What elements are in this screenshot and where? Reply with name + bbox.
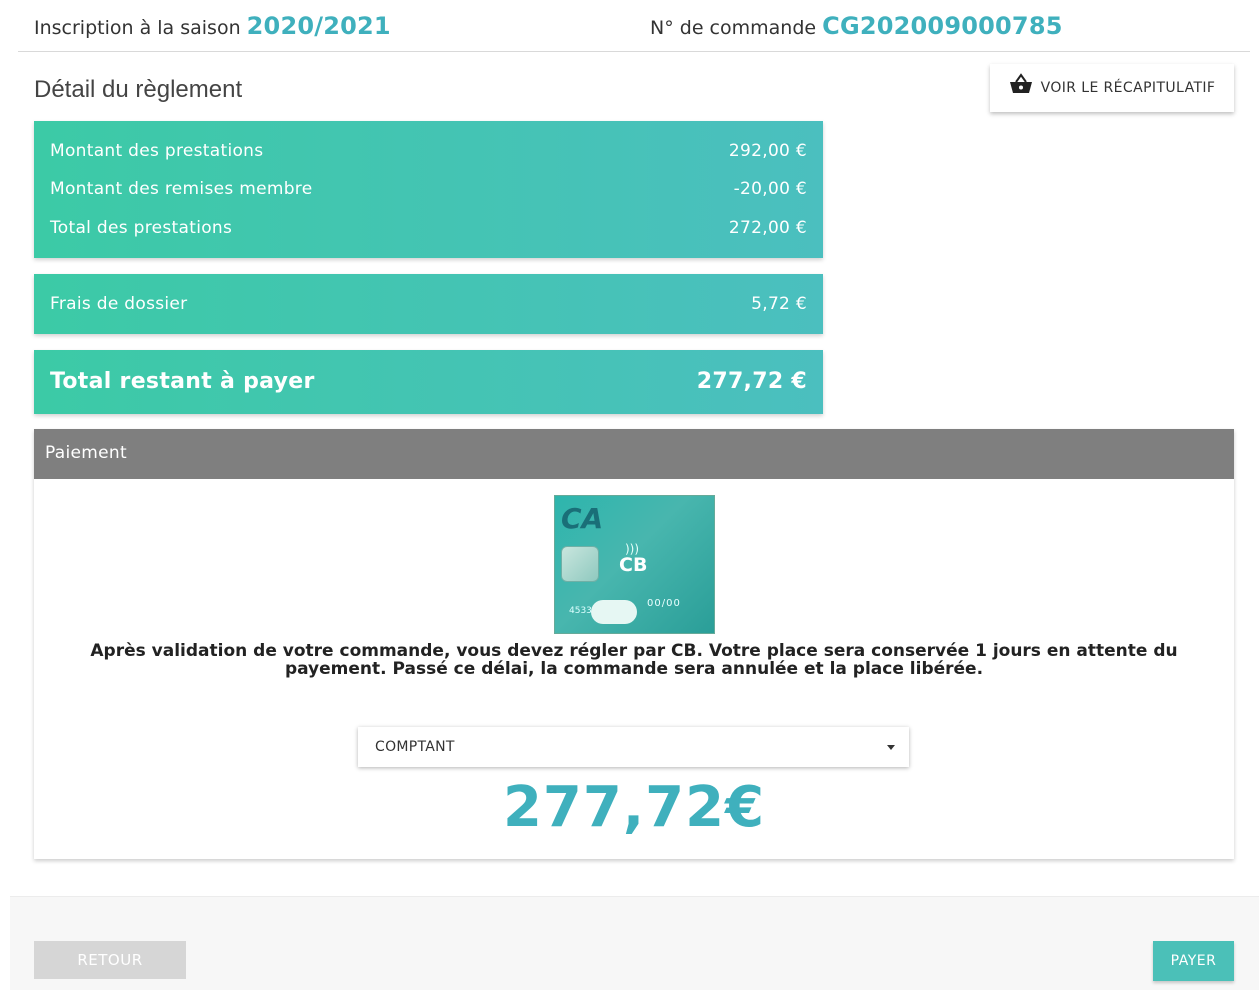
amount-label: Total des prestations	[50, 218, 233, 238]
card-brand: CB	[619, 554, 648, 576]
fees-label: Frais de dossier	[50, 294, 188, 314]
amount-row-total-services: Total des prestations 272,00 €	[50, 218, 807, 238]
order-label: N° de commande	[650, 17, 817, 39]
amount-label: Montant des remises membre	[50, 179, 313, 199]
season-info: Inscription à la saison 2020/2021	[34, 12, 391, 40]
amount-value: 272,00 €	[728, 218, 807, 238]
pay-button[interactable]: PAYER	[1153, 941, 1234, 981]
chip-icon	[561, 546, 599, 582]
caret-down-icon	[887, 745, 895, 750]
payment-mode-value: COMPTANT	[375, 739, 455, 755]
amounts-panel: Montant des prestations 292,00 € Montant…	[34, 121, 823, 258]
amount-row-services: Montant des prestations 292,00 €	[50, 141, 807, 161]
total-panel: Total restant à payer 277,72 €	[34, 350, 823, 414]
payment-page: Inscription à la saison 2020/2021 N° de …	[0, 0, 1259, 990]
total-label: Total restant à payer	[50, 369, 315, 394]
order-info: N° de commande CG202009000785	[650, 12, 1063, 40]
bank-mark: CA	[561, 502, 604, 535]
total-row: Total restant à payer 277,72 €	[50, 369, 807, 394]
payment-card: Paiement CA ))) CB 4533 00/00 Après vali…	[34, 429, 1234, 859]
view-summary-button[interactable]: VOIR LE RÉCAPITULATIF	[990, 64, 1234, 112]
section-title: Détail du règlement	[34, 76, 243, 103]
fees-row: Frais de dossier 5,72 €	[50, 294, 807, 314]
fees-value: 5,72 €	[751, 294, 807, 314]
payment-message: Après validation de votre commande, vous…	[90, 641, 1178, 679]
amount-row-discounts: Montant des remises membre -20,00 €	[50, 179, 807, 199]
card-number-fragment: 4533	[569, 606, 592, 616]
amount-label: Montant des prestations	[50, 141, 264, 161]
season-value: 2020/2021	[246, 12, 391, 40]
card-expiry: 00/00	[647, 598, 681, 609]
order-header: Inscription à la saison 2020/2021 N° de …	[18, 0, 1250, 52]
footer-bar: RETOUR PAYER	[10, 896, 1259, 990]
season-label: Inscription à la saison	[34, 17, 241, 39]
amount-value: 292,00 €	[728, 141, 807, 161]
basket-icon	[1009, 73, 1032, 93]
view-summary-label: VOIR LE RÉCAPITULATIF	[1040, 80, 1216, 96]
payment-title: Paiement	[34, 429, 1234, 479]
total-value: 277,72 €	[696, 369, 807, 394]
fees-panel: Frais de dossier 5,72 €	[34, 274, 823, 334]
amount-value: -20,00 €	[733, 179, 807, 199]
back-button[interactable]: RETOUR	[34, 941, 186, 979]
cb-mark-icon	[591, 600, 637, 624]
payment-amount: 277,72€	[502, 775, 766, 840]
cb-card-logo: CA ))) CB 4533 00/00	[554, 495, 715, 634]
payment-mode-select[interactable]: COMPTANT	[358, 727, 909, 767]
order-number: CG202009000785	[822, 12, 1063, 40]
